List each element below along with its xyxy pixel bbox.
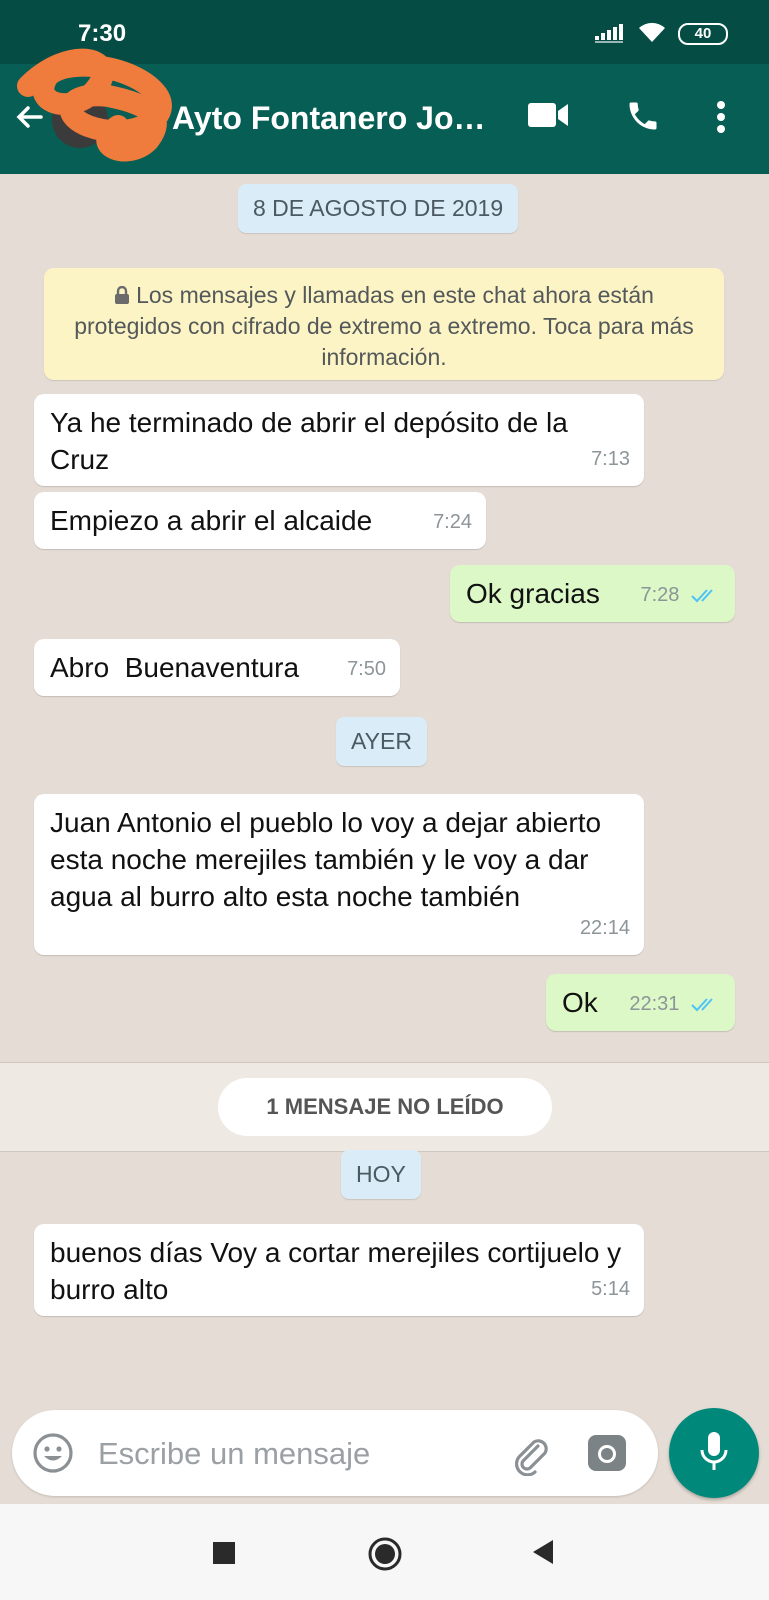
message-meta: 22:31 [629,986,721,1023]
message-text: Abro Buenaventura [50,652,300,683]
encryption-notice[interactable]: Los mensajes y llamadas en este chat aho… [44,268,724,380]
voice-message-button[interactable] [669,1408,759,1498]
video-call-icon[interactable] [528,100,570,130]
message-text: Juan Antonio el pueblo lo voy a dejar ab… [50,807,602,912]
read-ticks-icon [691,998,713,1012]
message-input[interactable] [96,1426,490,1482]
contact-name[interactable]: Ayto Fontanero José... [172,100,502,137]
nav-back-button[interactable] [531,1539,555,1565]
date-chip: HOY [341,1150,421,1199]
message-incoming[interactable]: Empiezo a abrir el alcaide 7:24 [34,492,486,549]
message-meta: 7:28 [641,577,722,614]
message-time: 7:28 [640,584,680,606]
message-text: buenos días Voy a cortar merejiles corti… [50,1237,622,1305]
message-time: 7:50 [347,658,386,680]
message-outgoing[interactable]: Ok gracias 7:28 [450,565,735,622]
battery-level: 40 [694,25,712,42]
date-chip: AYER [336,717,427,766]
home-button[interactable] [367,1536,403,1572]
message-composer [12,1410,658,1496]
message-time: 5:14 [591,1278,630,1300]
message-incoming[interactable]: Abro Buenaventura 7:50 [34,639,400,696]
unread-messages-banner: 1 MENSAJE NO LEÍDO [218,1078,552,1136]
status-time: 7:30 [78,20,127,47]
message-text: Ya he terminado de abrir el depósito de … [50,407,568,475]
voice-call-icon[interactable] [625,98,661,134]
message-time: 22:14 [579,917,630,939]
attach-icon[interactable] [508,1432,552,1476]
message-incoming[interactable]: Juan Antonio el pueblo lo voy a dejar ab… [34,794,644,955]
battery-icon: 40 [678,23,728,45]
system-nav-bar [0,1504,769,1600]
more-options-icon[interactable] [716,100,726,134]
message-time: 22:31 [629,993,680,1015]
wifi-icon [639,22,665,42]
signal-icon [595,24,623,43]
lock-icon [115,285,130,304]
message-text: Empiezo a abrir el alcaide [50,505,373,536]
recents-button[interactable] [213,1542,235,1564]
message-time: 7:24 [433,511,472,533]
emoji-icon[interactable] [32,1432,74,1474]
chat-header: Ayto Fontanero José... [0,48,769,174]
chat-area[interactable]: 8 DE AGOSTO DE 2019 Los mensajes y llama… [0,174,769,1504]
camera-icon[interactable] [587,1434,627,1472]
message-incoming[interactable]: buenos días Voy a cortar merejiles corti… [34,1224,644,1316]
microphone-icon [700,1432,728,1470]
message-text: Ok [562,987,598,1018]
message-time: 7:13 [591,448,630,470]
message-incoming[interactable]: Ya he terminado de abrir el depósito de … [34,394,644,486]
redaction-scribble [17,48,172,162]
message-outgoing[interactable]: Ok 22:31 [546,974,735,1031]
read-ticks-icon [691,589,713,603]
date-chip: 8 DE AGOSTO DE 2019 [238,184,519,233]
encryption-notice-text: Los mensajes y llamadas en este chat aho… [74,282,694,370]
message-text: Ok gracias [466,578,600,609]
